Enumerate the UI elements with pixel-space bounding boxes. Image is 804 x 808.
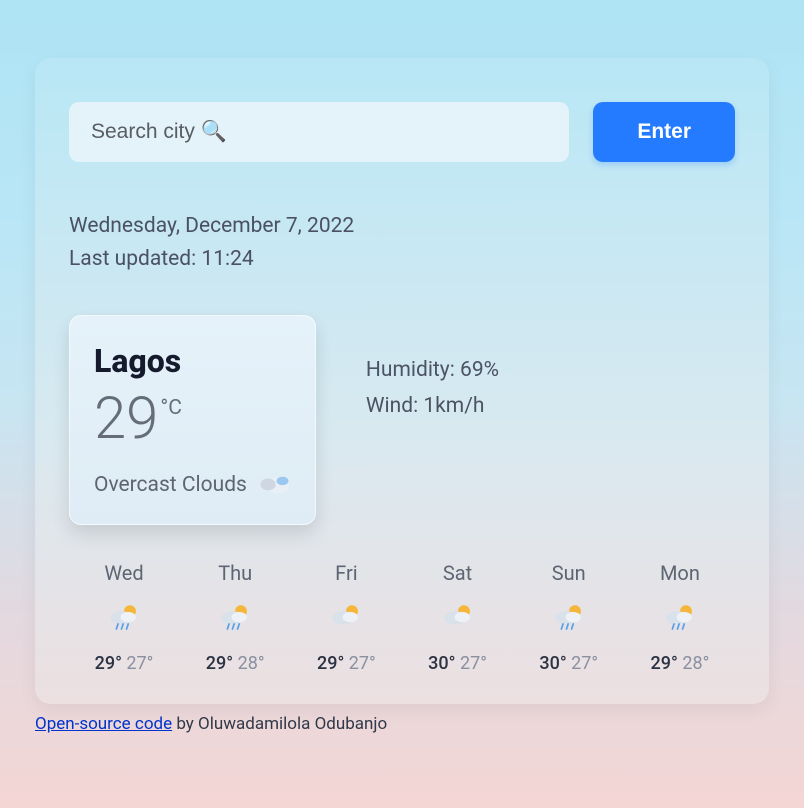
forecast-day-temps: 29° 28°	[206, 653, 265, 674]
forecast-day-lo: 28°	[238, 653, 265, 674]
forecast-day-lo: 27°	[126, 653, 153, 674]
footer: Open-source code by Oluwadamilola Oduban…	[35, 714, 769, 734]
forecast-day-lo: 27°	[571, 653, 598, 674]
current-condition-text: Overcast Clouds	[94, 473, 247, 497]
current-temp-line: 29 °C	[94, 390, 291, 448]
weather-card: Enter Wednesday, December 7, 2022 Last u…	[35, 58, 769, 704]
forecast-day: Fri 29° 27°	[301, 561, 391, 674]
forecast-day-icon	[552, 601, 586, 635]
forecast-day-temps: 29° 27°	[95, 653, 154, 674]
forecast-day: Sun 30° 27°	[524, 561, 614, 674]
forecast-day-hi: 30°	[428, 653, 455, 674]
forecast-day-hi: 29°	[651, 653, 678, 674]
city-name: Lagos	[94, 342, 291, 380]
forecast-day-label: Sun	[552, 561, 586, 585]
forecast-day-icon	[218, 601, 252, 635]
current-weather-card: Lagos 29 °C Overcast Clouds	[69, 315, 316, 525]
forecast-day-temps: 30° 27°	[428, 653, 487, 674]
current-condition-line: Overcast Clouds	[94, 470, 291, 500]
forecast-day-label: Wed	[104, 561, 143, 585]
forecast-day-label: Fri	[335, 561, 357, 585]
overcast-cloud-icon	[257, 470, 291, 500]
forecast-day-lo: 27°	[460, 653, 487, 674]
middle-row: Lagos 29 °C Overcast Clouds Humidity: 69…	[69, 315, 735, 525]
forecast-day-lo: 28°	[682, 653, 709, 674]
forecast-day-icon	[663, 601, 697, 635]
forecast-day-temps: 29° 27°	[317, 653, 376, 674]
updated-line: Last updated: 11:24	[69, 243, 735, 276]
date-line: Wednesday, December 7, 2022	[69, 210, 735, 243]
source-code-link[interactable]: Open-source code	[35, 714, 172, 734]
wind-line: Wind: 1km/h	[366, 389, 499, 425]
current-temp-unit: °C	[160, 396, 182, 420]
forecast-day-hi: 29°	[317, 653, 344, 674]
search-row: Enter	[69, 102, 735, 162]
forecast-day-temps: 29° 28°	[651, 653, 710, 674]
humidity-line: Humidity: 69%	[366, 353, 499, 389]
meta-block: Wednesday, December 7, 2022 Last updated…	[69, 210, 735, 275]
forecast-day-lo: 27°	[349, 653, 376, 674]
forecast-day-hi: 29°	[95, 653, 122, 674]
forecast-day: Thu 29° 28°	[190, 561, 280, 674]
forecast-day: Wed 29° 27°	[79, 561, 169, 674]
forecast-day-temps: 30° 27°	[539, 653, 598, 674]
forecast-row: Wed 29° 27° Thu 29° 28° Fri 29° 27°	[69, 561, 735, 674]
search-input[interactable]	[69, 102, 569, 162]
forecast-day-label: Sat	[443, 561, 472, 585]
footer-author: by Oluwadamilola Odubanjo	[172, 714, 387, 734]
current-temp-value: 29	[94, 390, 158, 448]
forecast-day-label: Thu	[218, 561, 252, 585]
forecast-day-label: Mon	[660, 561, 700, 585]
forecast-day-icon	[441, 601, 475, 635]
forecast-day-icon	[107, 601, 141, 635]
forecast-day: Mon 29° 28°	[635, 561, 725, 674]
forecast-day-hi: 30°	[539, 653, 566, 674]
weather-details: Humidity: 69% Wind: 1km/h	[366, 315, 499, 424]
forecast-day-hi: 29°	[206, 653, 233, 674]
forecast-day-icon	[329, 601, 363, 635]
enter-button[interactable]: Enter	[593, 102, 735, 162]
forecast-day: Sat 30° 27°	[413, 561, 503, 674]
